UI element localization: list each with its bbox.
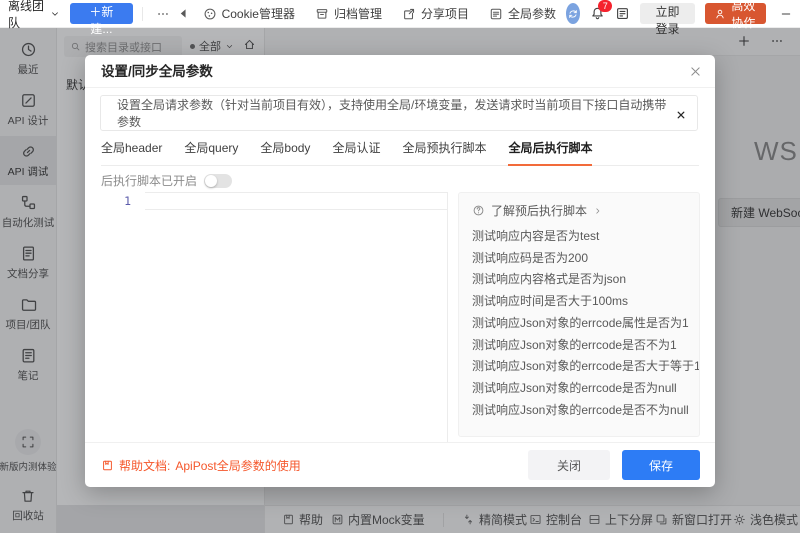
apipost-app: 离线团队 ＋新建... Cookie管理器 归档管理 分享项目 全局参数	[0, 0, 800, 533]
topbar: 离线团队 ＋新建... Cookie管理器 归档管理 分享项目 全局参数	[0, 0, 800, 28]
global-params-modal: 设置/同步全局参数 设置全局请求参数（针对当前项目有效），支持使用全局/环境变量…	[85, 55, 715, 487]
more-icon[interactable]	[152, 7, 174, 21]
script-snippet-item[interactable]: 测试响应Json对象的errcode是否大于等于1	[472, 356, 686, 378]
chevron-right-icon	[593, 206, 603, 216]
editor-code-area[interactable]	[145, 192, 448, 442]
script-snippet-item[interactable]: 测试响应内容是否为test	[472, 226, 686, 248]
editor-line-number: 1	[100, 192, 145, 442]
modal-footer: 帮助文档: ApiPost全局参数的使用 关闭 保存	[85, 442, 715, 487]
modal-tabs: 全局header 全局query 全局body 全局认证 全局预执行脚本 全局后…	[101, 139, 699, 166]
script-editor[interactable]: 1	[100, 192, 448, 442]
post-script-toggle-row: 后执行脚本已开启	[101, 172, 232, 189]
team-name: 离线团队	[8, 0, 46, 31]
divider	[142, 7, 143, 21]
cookie-icon	[203, 7, 217, 21]
modal-buttons: 关闭 保存	[528, 450, 700, 480]
feedback-button[interactable]	[615, 6, 630, 21]
sync-icon[interactable]	[566, 3, 580, 24]
script-snippet-item[interactable]: 测试响应Json对象的errcode是否为null	[472, 378, 686, 400]
learn-post-script-link[interactable]: 了解预后执行脚本	[472, 202, 686, 219]
chevron-down-icon	[50, 9, 60, 19]
topbar-right: 7 立即登录 高效协作	[566, 3, 792, 24]
tab-global-pre-script[interactable]: 全局预执行脚本	[402, 139, 486, 165]
help-doc-link[interactable]: ApiPost全局参数的使用	[175, 457, 300, 474]
script-snippet-item[interactable]: 测试响应码是否为200	[472, 248, 686, 270]
new-button[interactable]: ＋新建...	[70, 3, 133, 24]
save-button[interactable]: 保存	[622, 450, 700, 480]
share-project-button[interactable]: 分享项目	[402, 5, 469, 22]
global-params-icon	[489, 7, 503, 21]
tab-global-body[interactable]: 全局body	[260, 139, 310, 165]
global-params-button[interactable]: 全局参数	[489, 5, 556, 22]
cookie-manager-button[interactable]: Cookie管理器	[203, 5, 295, 22]
notification-badge: 7	[598, 0, 612, 12]
help-doc-icon	[101, 459, 114, 472]
snippet-panel: 了解预后执行脚本 测试响应内容是否为test 测试响应码是否为200 测试响应内…	[458, 192, 700, 437]
post-script-toggle[interactable]	[204, 174, 232, 188]
help-prefix: 帮助文档:	[119, 457, 170, 474]
info-alert: 设置全局请求参数（针对当前项目有效），支持使用全局/环境变量，发送请求时当前项目…	[100, 95, 698, 131]
close-button[interactable]: 关闭	[528, 450, 610, 480]
modal-header: 设置/同步全局参数	[85, 55, 715, 88]
alert-text: 设置全局请求参数（针对当前项目有效），支持使用全局/环境变量，发送请求时当前项目…	[117, 96, 667, 130]
question-circle-icon	[472, 204, 485, 217]
tab-global-header[interactable]: 全局header	[101, 139, 162, 165]
person-icon	[714, 8, 726, 20]
modal-title: 设置/同步全局参数	[101, 55, 213, 88]
back-icon[interactable]	[174, 8, 193, 19]
script-snippet-item[interactable]: 测试响应Json对象的errcode是否不为1	[472, 335, 686, 357]
alert-close-icon[interactable]	[676, 107, 686, 121]
feedback-note-icon	[615, 6, 630, 21]
script-snippet-item[interactable]: 测试响应Json对象的errcode是否不为null	[472, 400, 686, 422]
tab-global-query[interactable]: 全局query	[184, 139, 238, 165]
archive-manager-button[interactable]: 归档管理	[315, 5, 382, 22]
tab-global-post-script[interactable]: 全局后执行脚本	[508, 139, 592, 166]
share-icon	[402, 7, 416, 21]
toggle-knob	[205, 175, 217, 187]
tab-global-auth[interactable]: 全局认证	[332, 139, 380, 165]
close-icon[interactable]	[689, 64, 702, 78]
editor-current-line	[145, 192, 447, 210]
minimize-button[interactable]	[780, 7, 792, 21]
login-button[interactable]: 立即登录	[640, 3, 694, 24]
archive-icon	[315, 7, 329, 21]
collab-button[interactable]: 高效协作	[705, 3, 766, 24]
script-snippet-item[interactable]: 测试响应内容格式是否为json	[472, 269, 686, 291]
help-doc-row: 帮助文档: ApiPost全局参数的使用	[101, 443, 301, 488]
notifications-button[interactable]: 7	[590, 6, 605, 21]
team-switcher[interactable]: 离线团队	[8, 0, 60, 31]
script-snippet-item[interactable]: 测试响应时间是否大于100ms	[472, 291, 686, 313]
script-snippet-item[interactable]: 测试响应Json对象的errcode属性是否为1	[472, 313, 686, 335]
toggle-label: 后执行脚本已开启	[101, 172, 197, 189]
